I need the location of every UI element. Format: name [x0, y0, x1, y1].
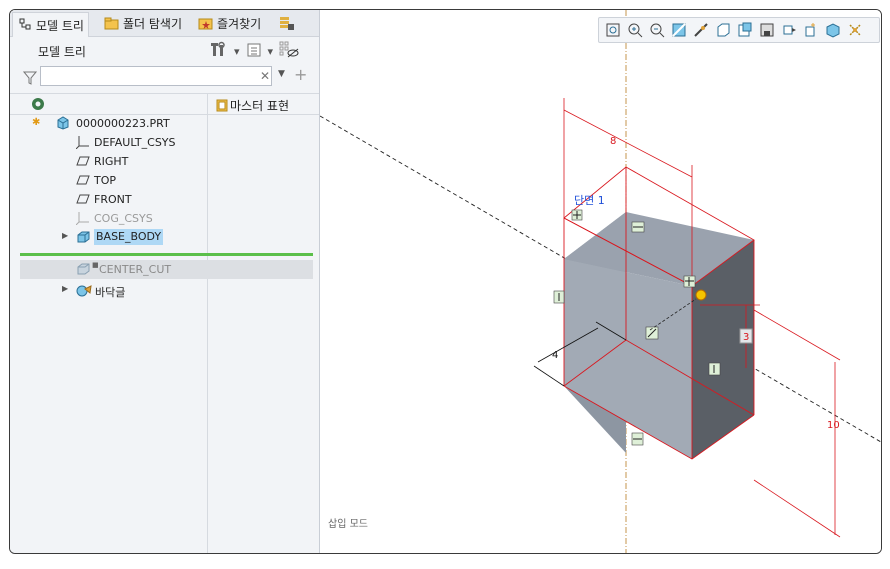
tree-item-base-body[interactable]: ▶ BASE_BODY: [10, 228, 313, 247]
expand-arrow-icon[interactable]: ▶: [62, 231, 68, 240]
tab-label: 폴더 탐색기: [123, 16, 183, 31]
tree-item-top[interactable]: TOP: [10, 171, 313, 190]
display-style-icon[interactable]: [713, 21, 732, 40]
chevron-down-icon[interactable]: ▾: [234, 45, 240, 58]
dim-4-label[interactable]: 4: [552, 350, 558, 361]
tree-settings-icon[interactable]: [30, 96, 46, 116]
anchor-point[interactable]: [695, 289, 707, 301]
navigator-tabs: 모델 트리 폴더 탐색기 즐겨찾기: [10, 10, 319, 37]
tab-favorites[interactable]: 즐겨찾기: [198, 13, 261, 33]
tree-item-label: TOP: [94, 174, 117, 187]
tab-label: 즐겨찾기: [217, 16, 262, 31]
insert-indicator[interactable]: [20, 253, 313, 256]
zoom-in-icon[interactable]: [625, 21, 644, 40]
datum-display-icon[interactable]: [823, 21, 842, 40]
master-rep-icon: [216, 99, 228, 112]
tree-item-part[interactable]: ✱ 0000000223.PRT: [10, 114, 313, 133]
filter-row: ✕ ▼ +: [10, 64, 319, 90]
datum-plane-icon: [76, 154, 90, 168]
show-icon[interactable]: [246, 42, 262, 61]
tree-title: 모델 트리: [38, 45, 86, 59]
front-face[interactable]: [564, 259, 692, 459]
expand-arrow-icon[interactable]: ▶: [62, 284, 68, 293]
column-label: 마스터 표현: [230, 99, 290, 113]
spin-center-icon[interactable]: [801, 21, 820, 40]
favorites-icon: [198, 15, 214, 31]
status-text: 삽입 모드: [328, 519, 368, 530]
graphics-area[interactable]: 8 4 3 10 단면 1: [320, 10, 881, 553]
folder-browser-icon: [104, 15, 120, 31]
tab-label: 모델 트리: [36, 18, 84, 33]
tree-item-label: FRONT: [94, 193, 132, 206]
csys-icon: [75, 211, 90, 226]
tree-item-label: CENTER_CUT: [99, 263, 172, 276]
tree-item-label: DEFAULT_CSYS: [94, 136, 176, 149]
tab-folder-browser[interactable]: 폴더 탐색기: [104, 13, 182, 33]
model-tree-icon: [17, 17, 33, 33]
csys-icon: [75, 135, 90, 150]
tree-item-front[interactable]: FRONT: [10, 190, 313, 209]
tab-extra[interactable]: [278, 13, 294, 33]
view-toolbar: [598, 17, 880, 43]
window-frame: 모델 트리 폴더 탐색기 즐겨찾기 모델 트리 ▾ ▾ ✕ ▼ + 마스터 표현…: [9, 9, 882, 554]
tree-header: 모델 트리 ▾ ▾: [10, 37, 319, 63]
tree-item-label: 바닥글: [95, 286, 126, 299]
filter-icon[interactable]: [22, 70, 38, 85]
chevron-down-icon[interactable]: ▾: [268, 45, 274, 58]
footer-icon: [76, 283, 92, 297]
saved-views-icon[interactable]: [735, 21, 754, 40]
dim-3-label[interactable]: 3: [743, 332, 749, 343]
suppressed-marker-icon: ■: [92, 261, 99, 269]
extrude-icon: [76, 262, 90, 276]
layer-tree-icon: [278, 15, 294, 31]
tree-item-right[interactable]: RIGHT: [10, 152, 313, 171]
datum-plane-icon: [76, 173, 90, 187]
close-icon[interactable]: ✕: [260, 69, 270, 83]
orient-icon[interactable]: [691, 21, 710, 40]
settings-icon[interactable]: [210, 41, 228, 62]
tree-item-footer[interactable]: ▶ 바닥글: [10, 281, 313, 300]
zoom-out-icon[interactable]: [647, 21, 666, 40]
tab-model-tree[interactable]: 모델 트리: [12, 12, 89, 37]
tree-column-header: 마스터 표현: [10, 93, 319, 115]
column-master-rep[interactable]: 마스터 표현: [216, 97, 289, 114]
section-label[interactable]: 단면 1: [574, 194, 605, 207]
filter-input[interactable]: [40, 66, 272, 86]
datum-plane-icon: [76, 192, 90, 206]
tree-item-label: 0000000223.PRT: [76, 117, 170, 130]
active-marker-icon: ✱: [32, 117, 41, 128]
tree-item-cog-csys[interactable]: COG_CSYS: [10, 209, 313, 228]
hidden-items-icon[interactable]: [279, 41, 299, 62]
tree-item-center-cut[interactable]: ■ CENTER_CUT: [20, 260, 313, 279]
extrude-icon: [76, 230, 90, 244]
tree-item-label: BASE_BODY: [94, 229, 164, 245]
dim-8-label[interactable]: 8: [610, 136, 616, 147]
annotation-display-icon[interactable]: [845, 21, 864, 40]
model-canvas[interactable]: 8 4 3 10 단면 1: [320, 10, 881, 553]
repaint-icon[interactable]: [669, 21, 688, 40]
dim-10-label[interactable]: 10: [827, 420, 840, 431]
navigator-panel: 모델 트리 폴더 탐색기 즐겨찾기 모델 트리 ▾ ▾ ✕ ▼ + 마스터 표현…: [10, 10, 320, 553]
perspective-icon[interactable]: [779, 21, 798, 40]
view-manager-icon[interactable]: [757, 21, 776, 40]
part-icon: [56, 116, 70, 130]
tree-item-label: COG_CSYS: [94, 212, 153, 225]
tree-item-default-csys[interactable]: DEFAULT_CSYS: [10, 133, 313, 152]
chevron-down-icon[interactable]: ▼: [278, 69, 285, 79]
tree-item-label: RIGHT: [94, 155, 129, 168]
refit-icon[interactable]: [603, 21, 622, 40]
add-icon[interactable]: +: [294, 65, 307, 84]
tree-tools: ▾ ▾: [210, 41, 299, 62]
